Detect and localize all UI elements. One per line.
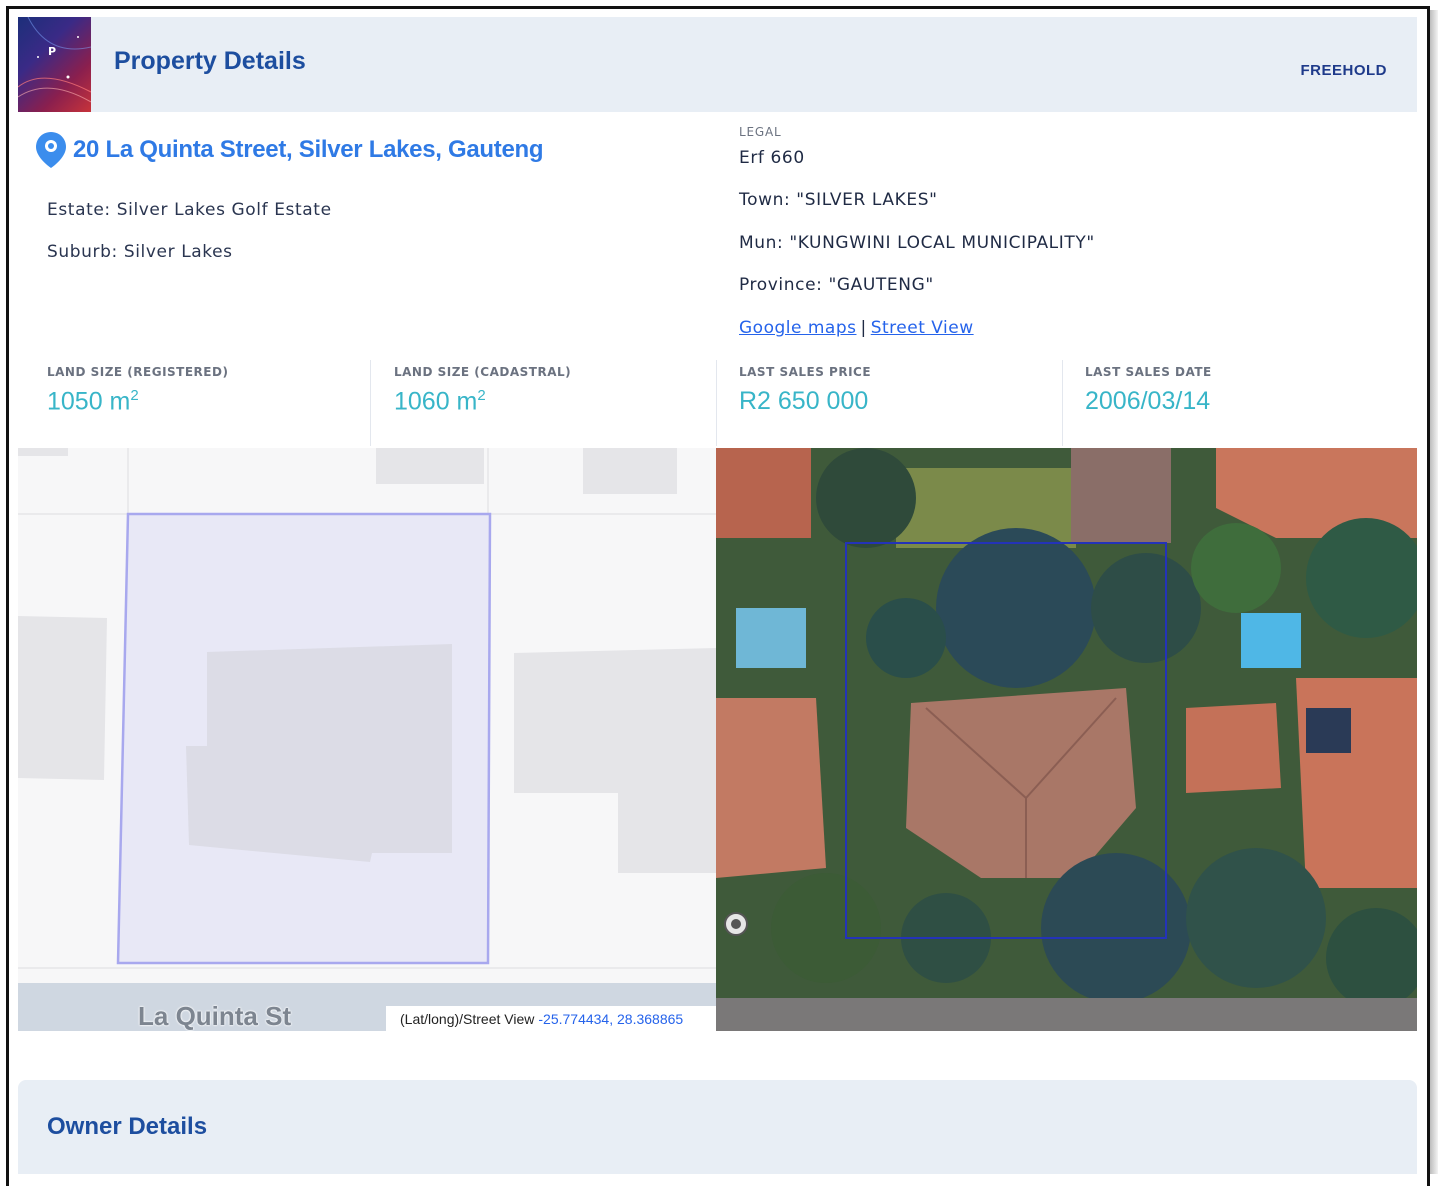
frame-shadow (1430, 10, 1438, 1174)
estate-text: Estate: Silver Lakes Golf Estate (47, 200, 332, 220)
stat-label: LAND SIZE (CADASTRAL) (394, 365, 572, 379)
stat-divider (1062, 360, 1063, 446)
google-maps-link[interactable]: Google maps (739, 318, 856, 338)
owner-details-title: Owner Details (47, 1113, 208, 1140)
stat-label: LAST SALES PRICE (739, 365, 872, 379)
link-separator: | (860, 318, 867, 338)
street-map[interactable]: La Quinta St (Lat/long)/Street View -25.… (18, 448, 716, 1031)
stat-value: 2006/03/14 (1085, 387, 1211, 415)
stat-value: 1050 m2 (47, 387, 139, 416)
coordinates-bar: (Lat/long)/Street View -25.774434, 28.36… (386, 1006, 716, 1031)
stat-divider (370, 360, 371, 446)
property-address: 20 La Quinta Street, Silver Lakes, Gaute… (73, 136, 544, 163)
legal-municipality: Mun: "KUNGWINI LOCAL MUNICIPALITY" (739, 233, 1095, 253)
stat-label: LAST SALES DATE (1085, 365, 1212, 379)
map-graphic (18, 448, 716, 1031)
stat-land-cadastral: LAND SIZE (CADASTRAL) 1060 m2 (394, 355, 571, 447)
legal-town: Town: "SILVER LAKES" (739, 190, 938, 210)
logo-letter: P (48, 45, 57, 58)
street-view-link[interactable]: Street View (871, 318, 974, 338)
address-row: 20 La Quinta Street, Silver Lakes, Gaute… (34, 130, 544, 170)
owner-details-section: Owner Details (18, 1080, 1417, 1174)
legal-erf: Erf 660 (739, 148, 805, 168)
stat-last-price: LAST SALES PRICE R2 650 000 (739, 355, 871, 447)
street-view-pegman-icon[interactable] (722, 911, 750, 939)
stat-last-date: LAST SALES DATE 2006/03/14 (1085, 355, 1212, 447)
street-name-label: La Quinta St (138, 1001, 292, 1031)
legal-label: LEGAL (739, 125, 782, 139)
satellite-graphic (716, 448, 1417, 1031)
app-logo: P (18, 17, 91, 112)
stat-land-registered: LAND SIZE (REGISTERED) 1050 m2 (47, 355, 228, 447)
map-links: Google maps | Street View (739, 318, 974, 338)
property-details-header: P Property Details FREEHOLD (18, 17, 1417, 112)
page-title: Property Details (114, 47, 306, 75)
logo-pattern-icon (18, 17, 91, 103)
stat-divider (716, 360, 717, 446)
tenure-badge: FREEHOLD (1300, 62, 1387, 79)
stat-value: R2 650 000 (739, 387, 869, 415)
coordinates-label: (Lat/long)/Street View (400, 1010, 535, 1027)
location-pin-icon (36, 132, 66, 168)
satellite-map[interactable] (716, 448, 1417, 1031)
legal-province: Province: "GAUTENG" (739, 275, 934, 295)
suburb-text: Suburb: Silver Lakes (47, 242, 233, 262)
stat-label: LAND SIZE (REGISTERED) (47, 365, 229, 379)
stat-value: 1060 m2 (394, 387, 486, 416)
coordinates-value: -25.774434, 28.368865 (538, 1010, 684, 1027)
